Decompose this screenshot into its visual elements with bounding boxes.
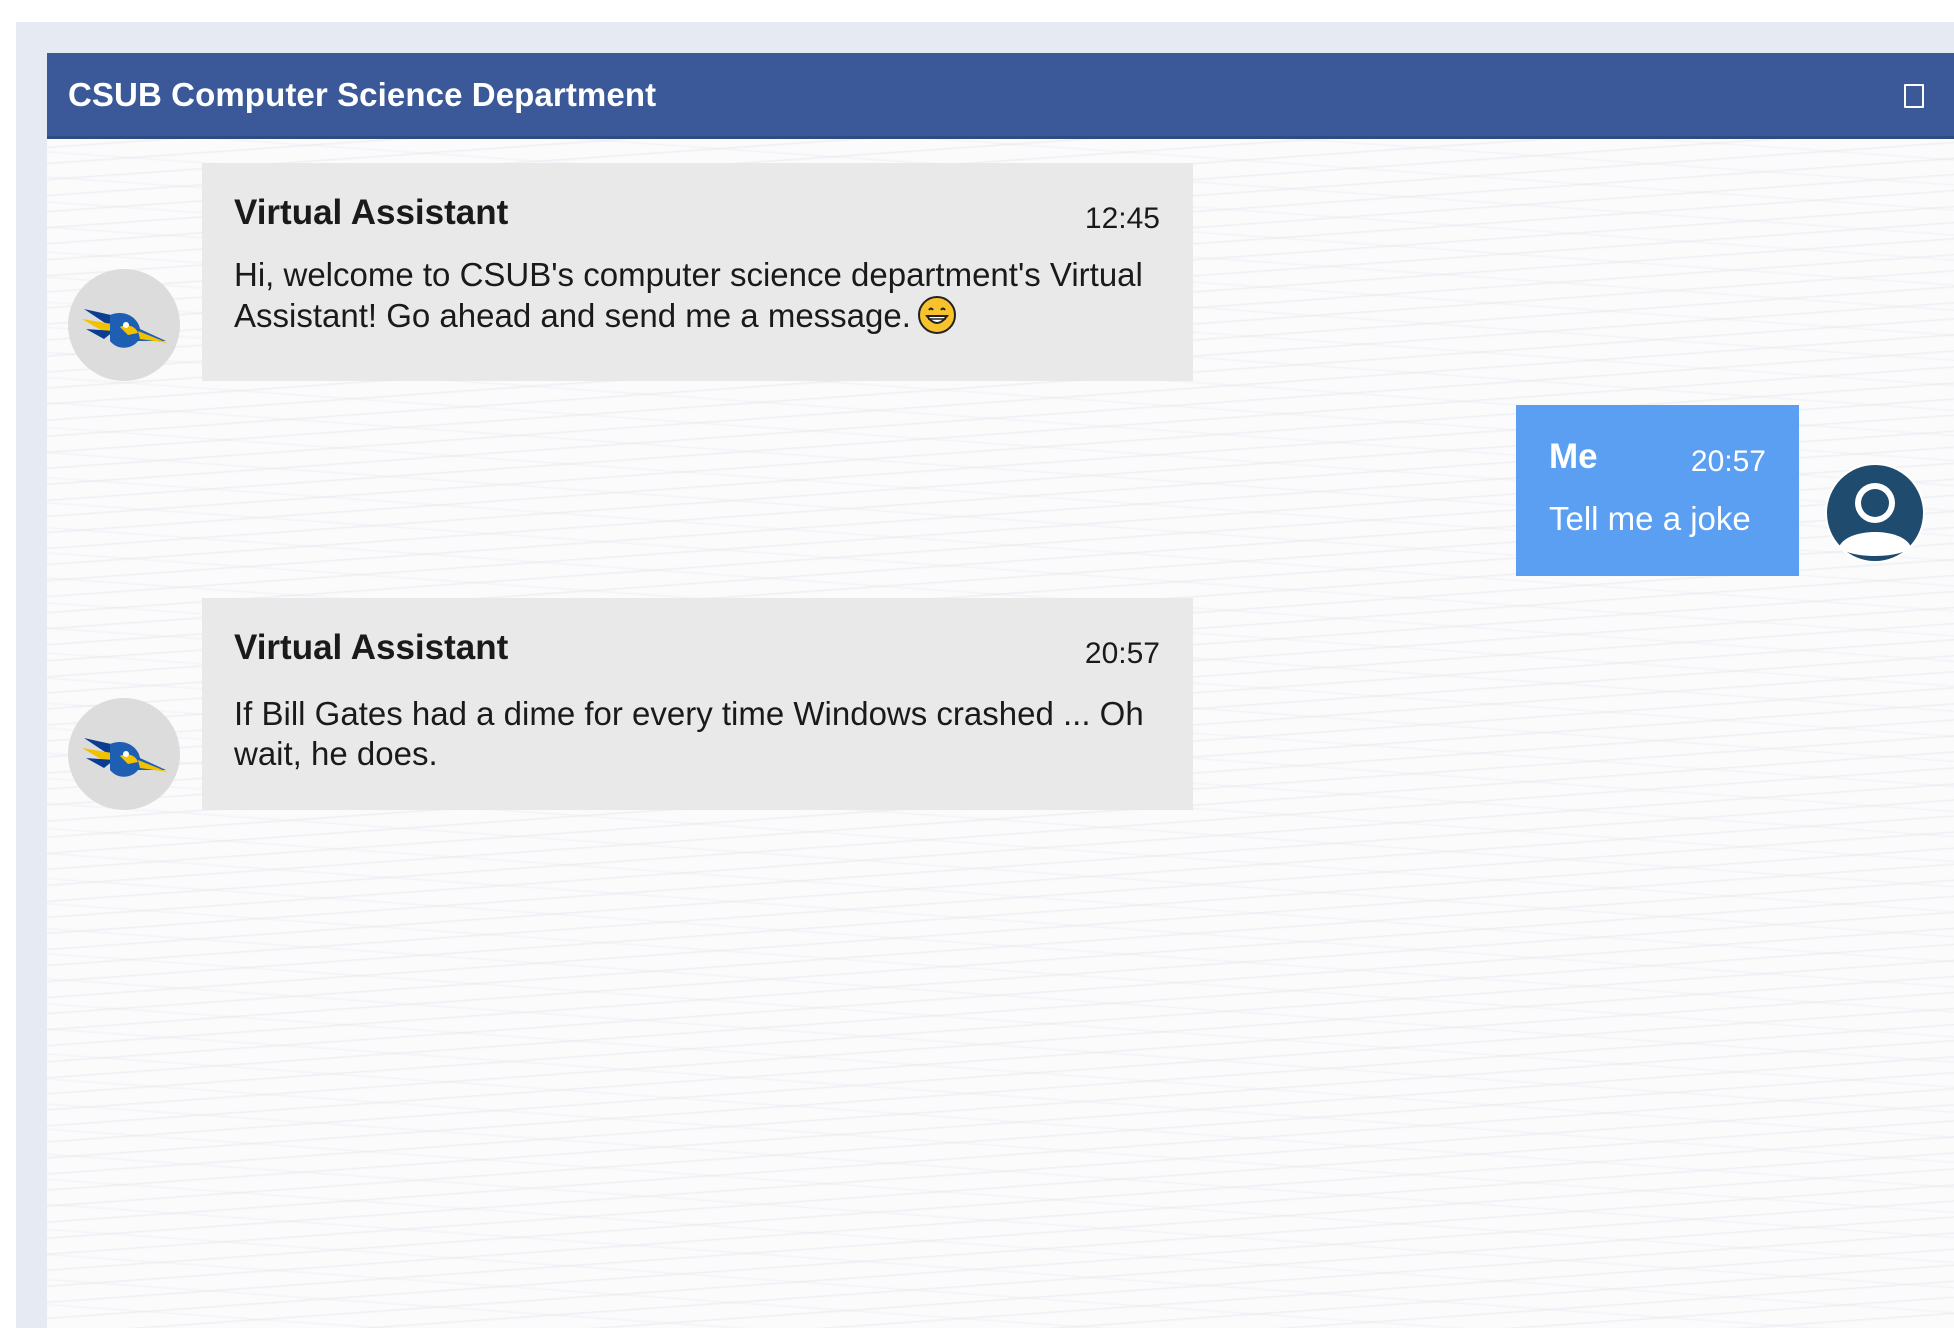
bot-avatar [68,698,180,810]
message-bubble: Me 20:57 Tell me a joke [1516,405,1799,576]
sender-name: Virtual Assistant [234,193,509,232]
chat-header: CSUB Computer Science Department [47,53,1954,139]
message-text: If Bill Gates had a dime for every time … [234,695,1144,772]
message-time: 20:57 [1690,445,1766,478]
roadrunner-logo-icon [82,309,168,348]
roadrunner-logo-icon [82,738,168,777]
grinning-face-icon [917,296,956,334]
message-bubble: Virtual Assistant 12:45 Hi, welcome to C… [202,163,1193,381]
user-avatar [1825,463,1925,563]
message-time: 12:45 [1084,202,1160,235]
message-text: Hi, welcome to CSUB's computer science d… [234,256,1143,334]
message-text: Tell me a joke [1549,500,1751,537]
sender-name: Virtual Assistant [234,628,509,667]
chat-window: CSUB Computer Science Department Virtual… [47,53,1954,1328]
maximize-icon[interactable] [1904,84,1924,108]
bot-avatar [68,269,180,381]
user-silhouette-icon [1827,465,1923,561]
message-bubble: Virtual Assistant 20:57 If Bill Gates ha… [202,598,1193,810]
message-time: 20:57 [1084,637,1160,670]
sender-name: Me [1549,437,1598,476]
chat-title: CSUB Computer Science Department [68,76,657,113]
